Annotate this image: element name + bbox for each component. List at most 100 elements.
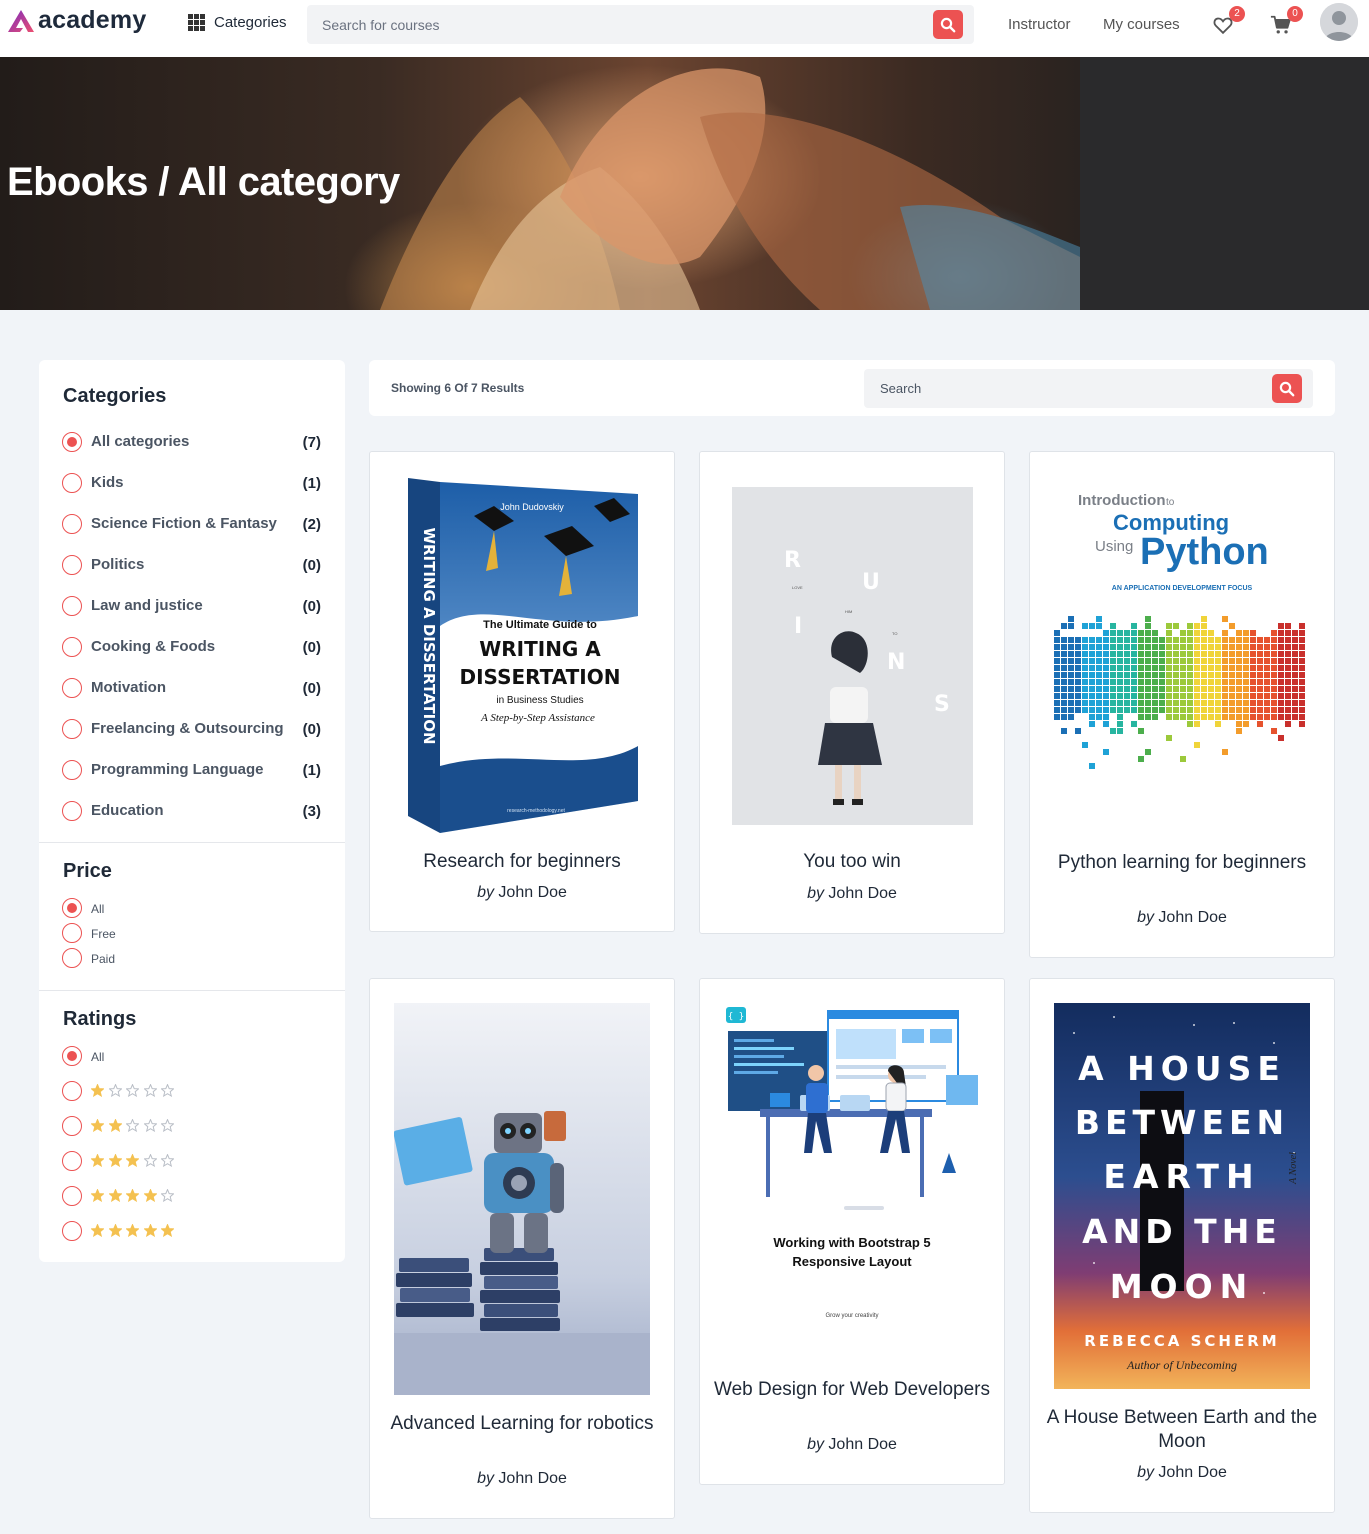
star-filled-icon — [91, 1119, 104, 1132]
star-empty-icon — [143, 1154, 157, 1167]
rating-radio[interactable] — [62, 1116, 82, 1136]
user-avatar[interactable] — [1320, 3, 1358, 41]
cover-line-2: WRITING A — [479, 637, 601, 661]
category-option[interactable]: Programming Language (1) — [39, 756, 345, 786]
ebook-title[interactable]: Advanced Learning for robotics — [380, 1412, 664, 1436]
cover-author-name: REBECCA SCHERM — [1084, 1332, 1279, 1350]
category-radio[interactable] — [62, 432, 82, 452]
price-radio[interactable] — [62, 898, 82, 918]
ebook-card[interactable]: A HOUSE BETWEEN EARTH AND THE MOON REBEC… — [1029, 978, 1335, 1513]
ebook-card[interactable]: { } Working with Bootstrap 5 Responsive … — [699, 978, 1005, 1485]
category-option[interactable]: Law and justice (0) — [39, 592, 345, 622]
price-option[interactable]: Free — [39, 923, 345, 945]
price-radio[interactable] — [62, 948, 82, 968]
category-radio[interactable] — [62, 678, 82, 698]
categories-menu-button[interactable]: Categories — [188, 14, 287, 31]
categories-heading: Categories — [63, 385, 167, 407]
category-option[interactable]: Education (3) — [39, 797, 345, 827]
ebook-title[interactable]: Research for beginners — [380, 850, 664, 874]
ebook-search-button[interactable] — [1272, 374, 1302, 403]
rating-radio[interactable] — [62, 1221, 82, 1241]
category-radio[interactable] — [62, 514, 82, 534]
cover-to: to — [1166, 497, 1175, 508]
ebook-title[interactable]: You too win — [710, 850, 994, 874]
header-search-button[interactable] — [933, 10, 963, 39]
category-count: (7) — [302, 434, 321, 451]
rating-radio[interactable] — [62, 1081, 82, 1101]
price-label: Paid — [91, 952, 116, 966]
star-filled-icon — [91, 1224, 104, 1237]
ebook-title[interactable]: Web Design for Web Developers — [710, 1378, 994, 1402]
category-radio[interactable] — [62, 801, 82, 821]
cover-author-note: Author of Unbecoming — [1126, 1358, 1237, 1372]
results-toolbar: Showing 6 Of 7 Results — [369, 360, 1335, 416]
star-empty-icon — [143, 1119, 157, 1132]
category-radio[interactable] — [62, 473, 82, 493]
ebook-card[interactable]: Introduction to Computing Using Python A… — [1029, 451, 1335, 958]
rating-radio-all[interactable] — [62, 1046, 82, 1066]
ebook-search — [864, 369, 1313, 408]
star-empty-icon — [161, 1154, 174, 1167]
filter-sidebar: Categories All categories (7) Kids (1) Scien… — [39, 360, 345, 1262]
category-count: (0) — [302, 639, 321, 656]
cover-tagline: Grow your creativity — [825, 1313, 878, 1319]
cover-letter-s: S — [934, 692, 950, 717]
cover-heading-1: Working with Bootstrap 5 — [773, 1235, 930, 1250]
cover-line-4: in Business Studies — [496, 695, 583, 706]
divider — [39, 990, 345, 991]
logo[interactable]: academy — [6, 6, 146, 35]
by-label: by — [1137, 909, 1154, 926]
ebook-cover: Introduction to Computing Using Python A… — [1054, 476, 1310, 816]
by-label: by — [477, 1470, 494, 1487]
ebook-author: by John Doe — [700, 885, 1004, 903]
star-filled-icon — [161, 1224, 174, 1237]
cover-intro: Introduction — [1078, 492, 1165, 509]
category-option[interactable]: Cooking & Foods (0) — [39, 633, 345, 663]
category-radio[interactable] — [62, 596, 82, 616]
rating-option-all[interactable]: All — [39, 1046, 345, 1068]
star-filled-icon — [126, 1224, 139, 1237]
cover-line-5: A Step-by-Step Assistance — [480, 712, 595, 724]
svg-text:{ }: { } — [728, 1012, 744, 1022]
ebook-cover: R U I N S LOVE HIM TO — [732, 487, 973, 825]
price-option[interactable]: Paid — [39, 948, 345, 970]
rating-radio[interactable] — [62, 1186, 82, 1206]
star-filled-icon — [91, 1154, 104, 1167]
category-option[interactable]: Science Fiction & Fantasy (2) — [39, 510, 345, 540]
category-option[interactable]: Freelancing & Outsourcing (0) — [39, 715, 345, 745]
star-filled-icon — [108, 1189, 122, 1202]
ebook-card[interactable]: Advanced Learning for robotics by John D… — [369, 978, 675, 1519]
rating-option-2[interactable] — [39, 1116, 345, 1138]
cart-button[interactable]: 0 — [1270, 6, 1303, 38]
wishlist-button[interactable]: 2 — [1212, 6, 1245, 38]
ebook-card[interactable]: WRITING A DISSERTATION John Dudovskiy Th… — [369, 451, 675, 932]
category-option[interactable]: All categories (7) — [39, 428, 345, 458]
star-empty-icon — [126, 1084, 139, 1097]
category-count: (2) — [302, 516, 321, 533]
price-radio[interactable] — [62, 923, 82, 943]
by-label: by — [1137, 1464, 1154, 1481]
category-radio[interactable] — [62, 637, 82, 657]
my-courses-link[interactable]: My courses — [1103, 16, 1180, 33]
course-search-input[interactable] — [307, 5, 927, 44]
page-title: Ebooks / All category — [7, 160, 400, 204]
ebook-card[interactable]: R U I N S LOVE HIM TO You too win by Joh… — [699, 451, 1005, 934]
category-radio[interactable] — [62, 555, 82, 575]
category-radio[interactable] — [62, 760, 82, 780]
category-radio[interactable] — [62, 719, 82, 739]
rating-option-4[interactable] — [39, 1186, 345, 1208]
rating-option-3[interactable] — [39, 1151, 345, 1173]
instructor-link[interactable]: Instructor — [1008, 16, 1071, 33]
cart-count-badge: 0 — [1287, 6, 1303, 22]
ebook-title[interactable]: Python learning for beginners — [1040, 851, 1324, 875]
ebook-title[interactable]: A House Between Earth and the Moon — [1040, 1406, 1324, 1454]
rating-radio[interactable] — [62, 1151, 82, 1171]
rating-stars — [91, 1224, 179, 1237]
rating-option-1[interactable] — [39, 1081, 345, 1103]
category-option[interactable]: Motivation (0) — [39, 674, 345, 704]
ebook-search-input[interactable] — [864, 369, 1264, 408]
rating-option-5[interactable] — [39, 1221, 345, 1243]
category-option[interactable]: Politics (0) — [39, 551, 345, 581]
category-option[interactable]: Kids (1) — [39, 469, 345, 499]
price-option[interactable]: All — [39, 898, 345, 920]
